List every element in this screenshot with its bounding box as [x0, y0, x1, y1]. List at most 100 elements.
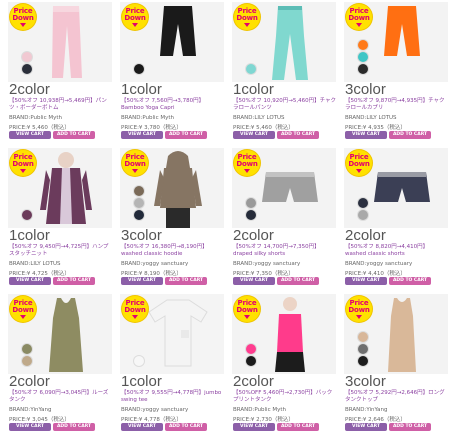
product-card[interactable]: Price Down 3color 【50%オフ 5,292円→2,646円】ロングタ… — [342, 294, 450, 434]
color-swatch[interactable] — [246, 64, 256, 74]
product-image[interactable]: Price Down — [344, 2, 448, 82]
view-cart-button[interactable]: VIEW CART — [233, 423, 275, 431]
product-card[interactable]: Price Down 1color 【50%オフ 7,560円→3,780円】Bamb… — [118, 2, 226, 142]
color-swatch[interactable] — [246, 344, 256, 354]
product-description-link[interactable]: 【50%オフ 10,920円→5,460円】チャクラロールパンツ — [233, 98, 337, 112]
view-cart-button[interactable]: VIEW CART — [345, 131, 387, 139]
add-to-cart-button[interactable]: ADD TO CART — [53, 277, 95, 285]
card-actions: VIEW CART ADD TO CART — [345, 131, 431, 139]
color-swatch[interactable] — [134, 198, 144, 208]
garment-illustration — [265, 296, 315, 374]
product-description-link[interactable]: 【50%オフ 9,870円→4,935円】チャクラロールカプリ — [345, 98, 449, 112]
product-description-link[interactable]: 【50%オフ 7,560円→3,780円】Bamboo Yoga Capri — [121, 98, 225, 112]
view-cart-button[interactable]: VIEW CART — [233, 277, 275, 285]
product-card[interactable]: Price Down 1color 【50%オフ 9,555円→4,778円】jumb… — [118, 294, 226, 434]
add-to-cart-button[interactable]: ADD TO CART — [389, 423, 431, 431]
price-down-badge: Price Down — [10, 4, 36, 30]
product-image[interactable]: Price Down — [344, 294, 448, 374]
color-swatch[interactable] — [246, 198, 256, 208]
product-card[interactable]: Price Down 2color 【50%OFF 5,460円→2,730円】バック… — [230, 294, 338, 434]
add-to-cart-button[interactable]: ADD TO CART — [165, 277, 207, 285]
color-swatch[interactable] — [358, 52, 368, 62]
view-cart-button[interactable]: VIEW CART — [345, 423, 387, 431]
color-swatch[interactable] — [358, 40, 368, 50]
product-image[interactable]: Price Down — [8, 148, 112, 228]
color-swatch[interactable] — [134, 356, 144, 366]
product-image[interactable]: Price Down — [344, 148, 448, 228]
product-description-link[interactable]: 【50%オフ 9,450円→4,725円】ハンプスタッチニット — [9, 244, 113, 258]
view-cart-button[interactable]: VIEW CART — [345, 277, 387, 285]
add-to-cart-button[interactable]: ADD TO CART — [277, 131, 319, 139]
product-image[interactable]: Price Down — [8, 294, 112, 374]
product-card[interactable]: Price Down 2color 【50%オフ 8,820円→4,410円】wash… — [342, 148, 450, 288]
brand-label: BRAND:Public Myth — [121, 115, 175, 121]
product-card[interactable]: Price Down 1color 【50%オフ 10,920円→5,460円】チャク… — [230, 2, 338, 142]
color-swatch[interactable] — [22, 64, 32, 74]
product-description-link[interactable]: 【50%オフ 14,700円→7,350円】draped silky short… — [233, 244, 337, 258]
price-label: PRICE:¥ 7,350（税込） — [233, 271, 294, 277]
color-swatches — [22, 210, 32, 220]
product-description-link[interactable]: 【50%オフ 6,090円→3,045円】ルーズタンク — [9, 390, 113, 404]
color-swatch[interactable] — [358, 210, 368, 220]
product-card[interactable]: Price Down 3color 【50%オフ 16,380円→8,190円】was… — [118, 148, 226, 288]
add-to-cart-button[interactable]: ADD TO CART — [165, 423, 207, 431]
add-to-cart-button[interactable]: ADD TO CART — [389, 277, 431, 285]
color-count: 1color — [233, 81, 274, 98]
product-description-link[interactable]: 【50%オフ 5,292円→2,646円】ロングタンクトップ — [345, 390, 449, 404]
product-image[interactable]: Price Down — [120, 2, 224, 82]
color-swatch[interactable] — [358, 198, 368, 208]
view-cart-button[interactable]: VIEW CART — [121, 277, 163, 285]
down-arrow-icon — [20, 168, 26, 173]
color-swatch[interactable] — [134, 64, 144, 74]
add-to-cart-button[interactable]: ADD TO CART — [53, 423, 95, 431]
add-to-cart-button[interactable]: ADD TO CART — [277, 277, 319, 285]
product-description-link[interactable]: 【50%OFF 5,460円→2,730円】バックプリントタンク — [233, 390, 337, 404]
product-card[interactable]: Price Down 2color 【50%オフ 10,938円→5,469円】パンツ… — [6, 2, 114, 142]
color-count: 2color — [9, 373, 50, 390]
view-cart-button[interactable]: VIEW CART — [9, 423, 51, 431]
product-image[interactable]: Price Down — [232, 294, 336, 374]
garment-illustration — [147, 296, 209, 368]
add-to-cart-button[interactable]: ADD TO CART — [53, 131, 95, 139]
product-description-link[interactable]: 【50%オフ 8,820円→4,410円】washed classic shor… — [345, 244, 449, 258]
color-swatch[interactable] — [358, 356, 368, 366]
product-description-link[interactable]: 【50%オフ 10,938円→5,469円】パンツ・ボーダーボトム — [9, 98, 113, 112]
view-cart-button[interactable]: VIEW CART — [121, 131, 163, 139]
product-card[interactable]: Price Down 2color 【50%オフ 14,700円→7,350円】dra… — [230, 148, 338, 288]
color-swatch[interactable] — [358, 64, 368, 74]
product-card[interactable]: Price Down 3color 【50%オフ 9,870円→4,935円】チャクラ… — [342, 2, 450, 142]
add-to-cart-button[interactable]: ADD TO CART — [165, 131, 207, 139]
product-image[interactable]: Price Down — [8, 2, 112, 82]
price-down-badge: Price Down — [234, 4, 260, 30]
down-arrow-icon — [132, 168, 138, 173]
color-swatch[interactable] — [246, 210, 256, 220]
product-card[interactable]: Price Down 1color 【50%オフ 9,450円→4,725円】ハンプス… — [6, 148, 114, 288]
product-image[interactable]: Price Down — [120, 148, 224, 228]
product-image[interactable]: Price Down — [120, 294, 224, 374]
garment-illustration — [267, 4, 313, 82]
view-cart-button[interactable]: VIEW CART — [233, 131, 275, 139]
product-description-link[interactable]: 【50%オフ 16,380円→8,190円】washed classic hoo… — [121, 244, 225, 258]
color-swatch[interactable] — [22, 52, 32, 62]
view-cart-button[interactable]: VIEW CART — [121, 423, 163, 431]
color-swatches — [358, 198, 368, 220]
add-to-cart-button[interactable]: ADD TO CART — [389, 131, 431, 139]
color-swatch[interactable] — [22, 210, 32, 220]
product-description-link[interactable]: 【50%オフ 9,555円→4,778円】jumbo swing tee — [121, 390, 225, 404]
color-count: 3color — [345, 81, 386, 98]
color-swatch[interactable] — [246, 356, 256, 366]
view-cart-button[interactable]: VIEW CART — [9, 277, 51, 285]
color-swatch[interactable] — [358, 344, 368, 354]
product-image[interactable]: Price Down — [232, 2, 336, 82]
color-swatch[interactable] — [358, 332, 368, 342]
product-card[interactable]: Price Down 2color 【50%オフ 6,090円→3,045円】ルーズタ… — [6, 294, 114, 434]
add-to-cart-button[interactable]: ADD TO CART — [277, 423, 319, 431]
color-swatch[interactable] — [134, 186, 144, 196]
product-image[interactable]: Price Down — [232, 148, 336, 228]
color-swatches — [246, 344, 256, 366]
view-cart-button[interactable]: VIEW CART — [9, 131, 51, 139]
color-swatch[interactable] — [22, 344, 32, 354]
color-swatch[interactable] — [22, 356, 32, 366]
color-swatch[interactable] — [134, 210, 144, 220]
down-arrow-icon — [244, 22, 250, 27]
